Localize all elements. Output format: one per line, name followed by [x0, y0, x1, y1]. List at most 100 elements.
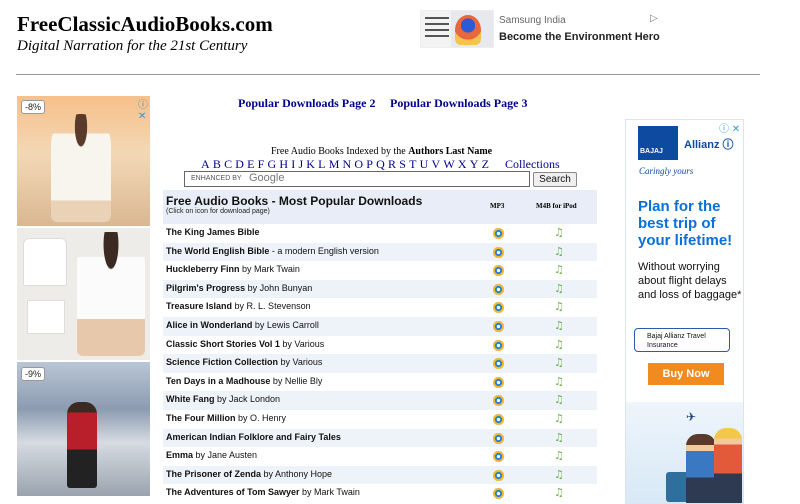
- m4b-download-icon[interactable]: ♫: [554, 264, 564, 276]
- mp3-download-icon[interactable]: [493, 469, 504, 481]
- letter-link[interactable]: O: [354, 157, 363, 171]
- m4b-download-icon[interactable]: ♫: [554, 394, 564, 406]
- mp3-download-icon[interactable]: [493, 432, 504, 444]
- letter-link[interactable]: E: [247, 157, 254, 171]
- letter-link[interactable]: C: [224, 157, 232, 171]
- letter-link[interactable]: A: [201, 157, 210, 171]
- mp3-download-icon[interactable]: [493, 451, 504, 463]
- letter-link[interactable]: P: [366, 157, 373, 171]
- right-sidebar-ad[interactable]: BAJAJ Allianz ⓘ Caringly yours Plan for …: [625, 119, 744, 504]
- m4b-download-icon[interactable]: ♫: [554, 431, 564, 444]
- letter-link[interactable]: Y: [470, 157, 479, 171]
- book-title-link[interactable]: Huckleberry Finn by Mark Twain: [166, 264, 300, 274]
- letter-link[interactable]: U: [420, 157, 429, 171]
- popular-downloads-page-3-link[interactable]: Popular Downloads Page 3: [390, 96, 527, 111]
- book-title-link[interactable]: Classic Short Stories Vol 1 by Various: [166, 339, 324, 349]
- index-caption: Free Audio Books Indexed by the Authors …: [271, 146, 492, 157]
- mp3-download-icon[interactable]: [493, 321, 504, 332]
- letter-link[interactable]: G: [268, 157, 277, 171]
- popular-downloads-page-2-link[interactable]: Popular Downloads Page 2: [238, 96, 375, 111]
- m4b-download-icon[interactable]: ♫: [554, 227, 564, 239]
- mp3-download-icon[interactable]: [493, 265, 504, 277]
- m4b-download-icon[interactable]: ♫: [554, 282, 564, 295]
- ad-product-image-1[interactable]: [17, 96, 150, 226]
- column-header-mp3: MP3: [490, 202, 505, 210]
- ad-headline[interactable]: Become the Environment Hero: [499, 31, 660, 43]
- book-title-link[interactable]: American Indian Folklore and Fairy Tales: [166, 432, 341, 442]
- book-title-link[interactable]: The King James Bible: [166, 227, 260, 237]
- book-title-link[interactable]: Treasure Island by R. L. Stevenson: [166, 301, 311, 311]
- ad-slogan: Caringly yours: [639, 166, 694, 176]
- ad-brand[interactable]: Samsung India: [499, 15, 566, 26]
- book-title-link[interactable]: The Four Million by O. Henry: [166, 413, 286, 423]
- book-title-link[interactable]: The Adventures of Tom Sawyer by Mark Twa…: [166, 487, 360, 497]
- letter-link[interactable]: W: [443, 157, 454, 171]
- m4b-download-icon[interactable]: ♫: [554, 301, 564, 313]
- buy-now-button[interactable]: Buy Now: [648, 363, 724, 385]
- table-subtitle: (Click on icon for download page): [166, 208, 270, 215]
- search-input[interactable]: ENHANCED BY Google: [184, 171, 530, 187]
- mp3-download-icon[interactable]: [493, 228, 504, 239]
- letter-link[interactable]: S: [399, 157, 406, 171]
- table-row: Treasure Island by R. L. Stevenson ♫: [163, 298, 597, 317]
- letter-link[interactable]: T: [409, 157, 416, 171]
- mp3-download-icon[interactable]: [493, 488, 504, 500]
- m4b-download-icon[interactable]: ♫: [554, 245, 564, 258]
- letter-link[interactable]: M: [329, 157, 340, 171]
- m4b-download-icon[interactable]: ♫: [554, 487, 564, 499]
- ad-thumbnail[interactable]: [420, 10, 494, 48]
- m4b-download-icon[interactable]: ♫: [554, 450, 564, 462]
- alphabet-index: ABCDEFGHIJKLMNOPQRSTUVWXYZ: [201, 157, 492, 172]
- letter-link[interactable]: Z: [482, 157, 489, 171]
- mp3-download-icon[interactable]: [493, 246, 504, 258]
- m4b-download-icon[interactable]: ♫: [554, 468, 564, 481]
- letter-link[interactable]: X: [458, 157, 467, 171]
- book-title-link[interactable]: The Prisoner of Zenda by Anthony Hope: [166, 469, 332, 479]
- letter-link[interactable]: R: [388, 157, 396, 171]
- play-icon[interactable]: ▷: [650, 13, 658, 24]
- mp3-download-icon[interactable]: [493, 414, 504, 425]
- letter-link[interactable]: L: [318, 157, 325, 171]
- ad-headline[interactable]: Plan for the best trip of your lifetime!: [638, 198, 742, 249]
- table-header: Free Audio Books - Most Popular Download…: [163, 190, 597, 224]
- letter-link[interactable]: K: [306, 157, 315, 171]
- site-title[interactable]: FreeClassicAudioBooks.com: [17, 12, 273, 37]
- search-button[interactable]: Search: [533, 172, 577, 187]
- ad-product-image-3[interactable]: [17, 362, 150, 496]
- letter-link[interactable]: H: [279, 157, 288, 171]
- book-title-link[interactable]: The World English Bible - a modern Engli…: [166, 246, 379, 256]
- letter-link[interactable]: D: [235, 157, 244, 171]
- letter-link[interactable]: V: [431, 157, 440, 171]
- m4b-download-icon[interactable]: ♫: [554, 338, 564, 351]
- letter-link[interactable]: Q: [376, 157, 385, 171]
- letter-link[interactable]: I: [291, 157, 295, 171]
- m4b-download-icon[interactable]: ♫: [554, 320, 564, 332]
- mp3-download-icon[interactable]: [493, 302, 504, 314]
- book-title-link[interactable]: Science Fiction Collection by Various: [166, 357, 322, 367]
- table-row: Emma by Jane Austen ♫: [163, 447, 597, 466]
- book-title-link[interactable]: Pilgrim's Progress by John Bunyan: [166, 283, 312, 293]
- book-title-link[interactable]: Ten Days in a Madhouse by Nellie Bly: [166, 376, 322, 386]
- m4b-download-icon[interactable]: ♫: [554, 357, 564, 369]
- m4b-download-icon[interactable]: ♫: [554, 375, 564, 388]
- adchoices-icon[interactable]: ⓘ ✕: [138, 96, 150, 122]
- letter-link[interactable]: B: [213, 157, 221, 171]
- adchoices-icon[interactable]: ⓘ ✕: [719, 120, 740, 135]
- mp3-download-icon[interactable]: [493, 283, 504, 295]
- table-row: Science Fiction Collection by Various ♫: [163, 354, 597, 373]
- ad-product-image-2[interactable]: [17, 228, 150, 360]
- mp3-download-icon[interactable]: [493, 339, 504, 351]
- mp3-download-icon[interactable]: [493, 376, 504, 388]
- letter-link[interactable]: F: [258, 157, 265, 171]
- mp3-download-icon[interactable]: [493, 358, 504, 370]
- book-title-link[interactable]: Emma by Jane Austen: [166, 450, 257, 460]
- book-title-link[interactable]: Alice in Wonderland by Lewis Carroll: [166, 320, 319, 330]
- book-title-link[interactable]: White Fang by Jack London: [166, 394, 280, 404]
- m4b-download-icon[interactable]: ♫: [554, 413, 564, 425]
- letter-link[interactable]: J: [298, 157, 303, 171]
- collections-link[interactable]: Collections: [505, 157, 560, 172]
- mp3-download-icon[interactable]: [493, 395, 504, 407]
- top-banner-ad[interactable]: Samsung India Become the Environment Her…: [420, 8, 665, 52]
- letter-link[interactable]: N: [343, 157, 352, 171]
- left-sidebar-ad[interactable]: -8% -9% ⓘ ✕: [17, 96, 150, 496]
